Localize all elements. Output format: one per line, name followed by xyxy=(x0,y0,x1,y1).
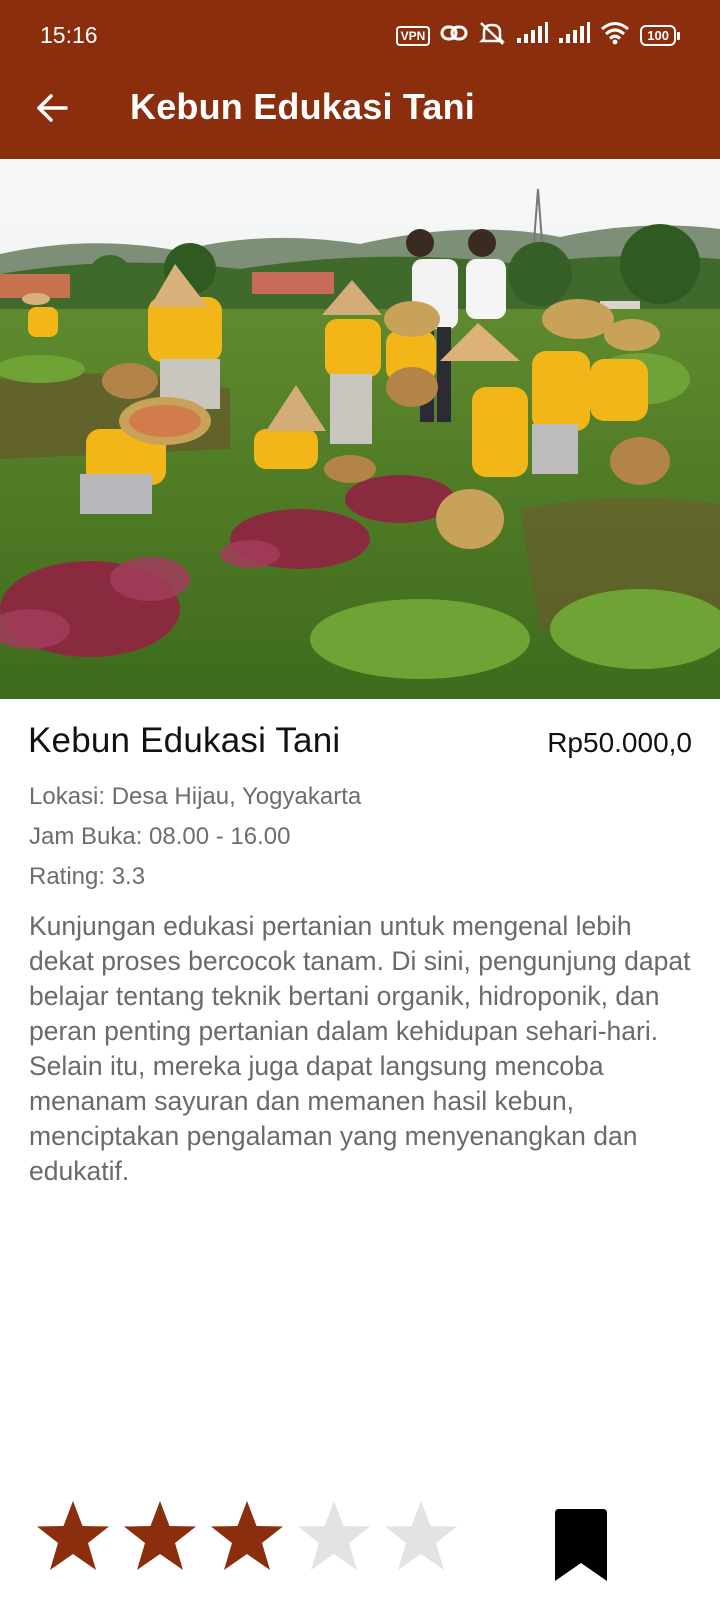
page-title: Kebun Edukasi Tani xyxy=(130,86,475,127)
status-bar: 15:16 VPN 100 xyxy=(0,0,720,70)
place-price: Rp50.000,0 xyxy=(547,727,692,758)
star-empty-icon[interactable] xyxy=(295,1499,373,1573)
toolbar: Kebun Edukasi Tani xyxy=(0,70,720,159)
place-location: Lokasi: Desa Hijau, Yogyakarta xyxy=(29,783,362,810)
bookmark-button[interactable] xyxy=(553,1509,609,1581)
wifi-icon xyxy=(600,21,630,50)
signal-icon xyxy=(558,22,591,49)
status-icons: VPN 100 xyxy=(395,20,680,51)
back-button[interactable] xyxy=(28,84,76,132)
app-bar: 15:16 VPN 100 Kebun Edukasi Tani xyxy=(0,0,720,159)
place-photo xyxy=(0,159,720,699)
star-filled-icon[interactable] xyxy=(34,1499,112,1573)
star-filled-icon[interactable] xyxy=(208,1499,286,1573)
bottom-actions xyxy=(0,1495,720,1595)
link-icon xyxy=(440,22,468,49)
signal-icon xyxy=(516,22,549,49)
status-time: 15:16 xyxy=(40,22,98,48)
place-rating: Rating: 3.3 xyxy=(29,863,146,890)
star-filled-icon[interactable] xyxy=(121,1499,199,1573)
place-hours: Jam Buka: 08.00 - 16.00 xyxy=(29,823,291,850)
star-empty-icon[interactable] xyxy=(382,1499,460,1573)
title-row: Kebun Edukasi Tani Rp50.000,0 xyxy=(28,721,692,765)
place-name: Kebun Edukasi Tani xyxy=(28,721,341,760)
arrow-left-icon xyxy=(37,94,68,122)
vpn-icon: VPN xyxy=(395,25,431,46)
place-description: Kunjungan edukasi pertanian untuk mengen… xyxy=(29,911,691,1186)
bookmark-icon xyxy=(555,1509,607,1581)
mute-icon xyxy=(478,20,506,51)
battery-level: 100 xyxy=(640,25,676,46)
battery-icon: 100 xyxy=(640,25,680,46)
